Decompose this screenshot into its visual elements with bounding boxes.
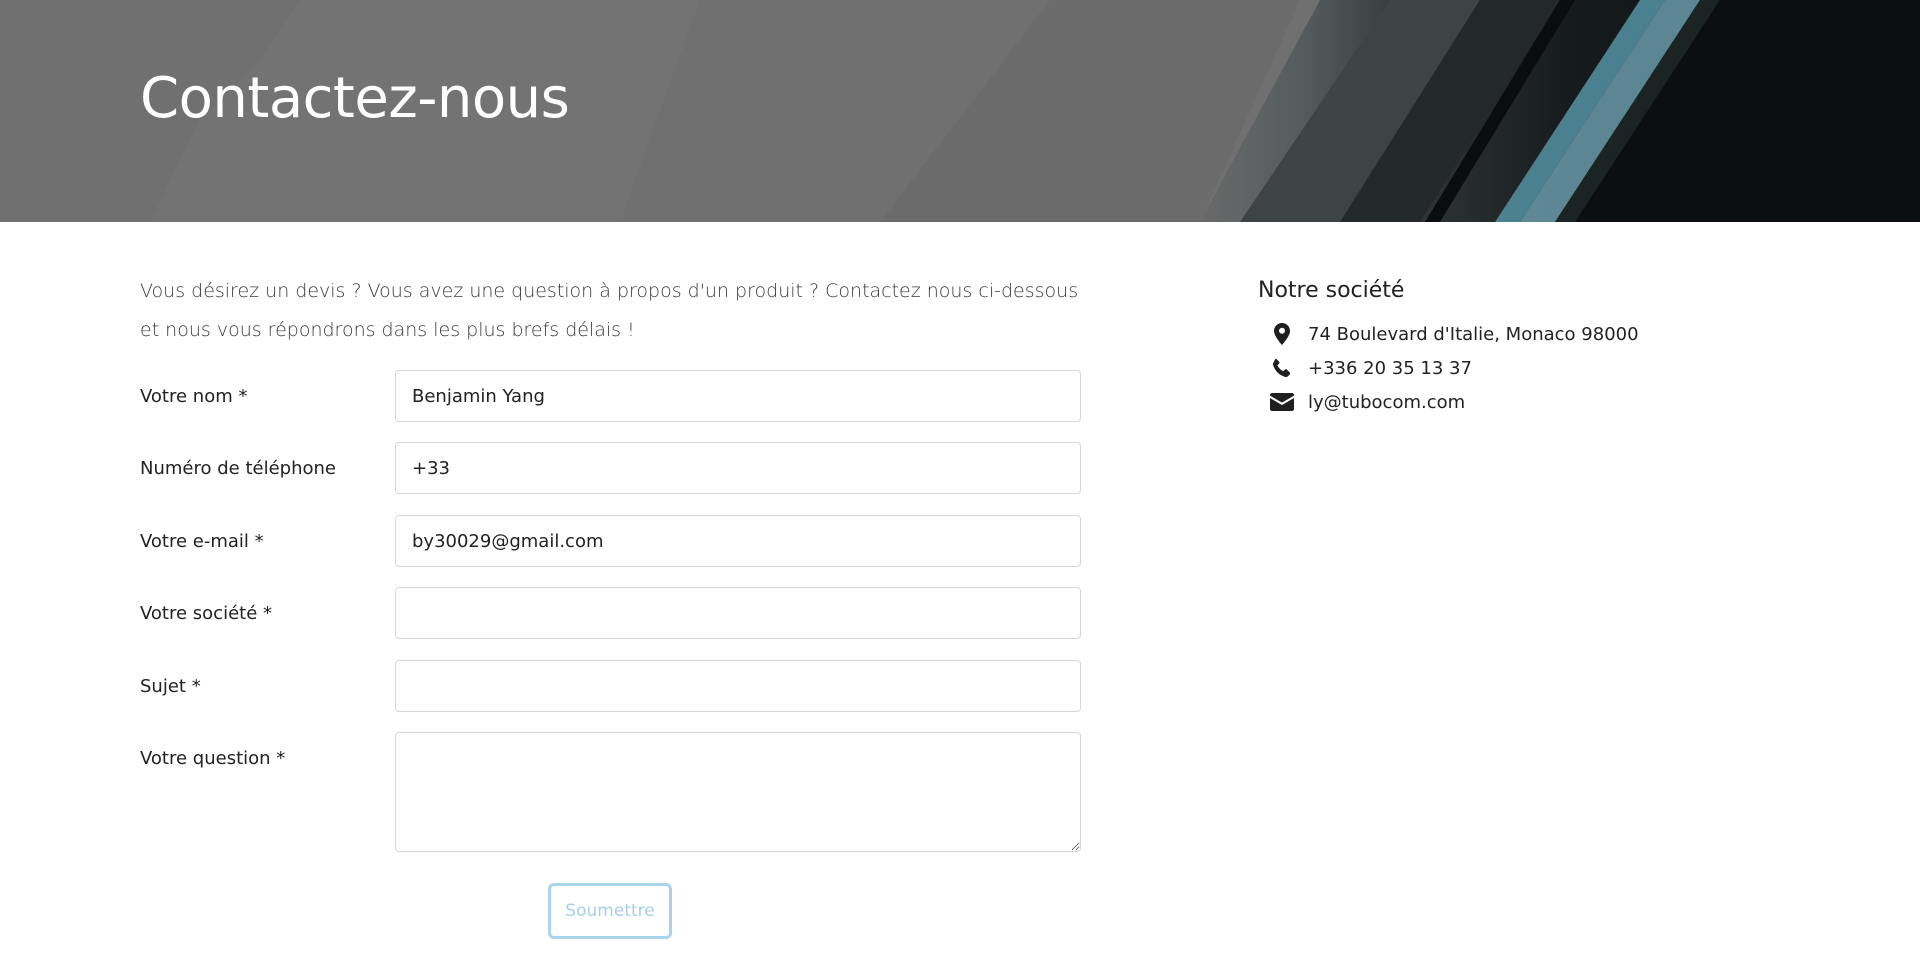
company-phone-text: +336 20 35 13 37 [1308, 357, 1472, 379]
email-label: Votre e-mail * [140, 531, 264, 552]
subject-label: Sujet * [140, 676, 201, 697]
hero-banner: Contactez-nous [0, 0, 1920, 222]
company-title: Notre société [1258, 278, 1405, 303]
company-address: 74 Boulevard d'Italie, Monaco 98000 [1270, 322, 1639, 346]
submit-button[interactable]: Soumettre [548, 883, 672, 939]
map-marker-icon [1270, 322, 1294, 346]
email-field[interactable] [395, 515, 1081, 567]
phone-field[interactable] [395, 442, 1081, 494]
company-email-text: ly@tubocom.com [1308, 391, 1466, 413]
company-field[interactable] [395, 587, 1081, 639]
intro-text: Vous désirez un devis ? Vous avez une qu… [140, 280, 1079, 341]
phone-label: Numéro de téléphone [140, 458, 336, 479]
name-field[interactable] [395, 370, 1081, 422]
name-label: Votre nom * [140, 386, 248, 407]
envelope-icon [1270, 390, 1294, 414]
subject-field[interactable] [395, 660, 1081, 712]
phone-icon [1270, 356, 1294, 380]
page-title: Contactez-nous [140, 66, 570, 131]
company-email: ly@tubocom.com [1270, 390, 1465, 414]
company-phone: +336 20 35 13 37 [1270, 356, 1472, 380]
company-label: Votre société * [140, 603, 273, 624]
question-label: Votre question * [140, 748, 286, 769]
company-address-text: 74 Boulevard d'Italie, Monaco 98000 [1308, 323, 1639, 345]
question-textarea[interactable] [395, 732, 1081, 852]
